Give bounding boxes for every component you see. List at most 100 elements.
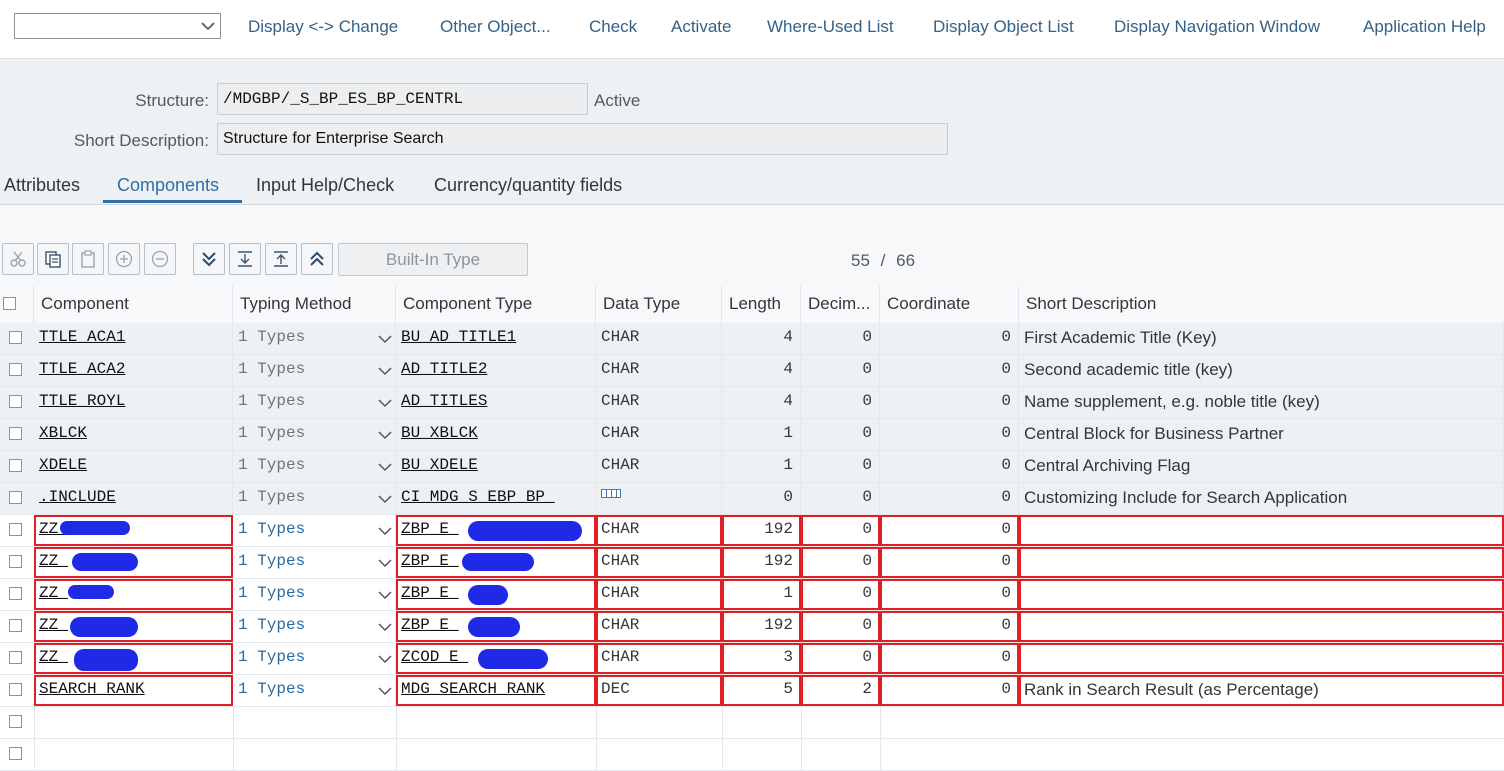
delete-row-button[interactable] — [144, 243, 176, 275]
chevron-down-icon[interactable] — [378, 463, 392, 472]
column-header-component[interactable]: Component — [34, 286, 233, 323]
activate-button[interactable]: Activate — [671, 17, 731, 37]
column-header-short-description[interactable]: Short Description — [1019, 286, 1504, 323]
cell-comp-type[interactable]: MDG_SEARCH_RANK — [396, 675, 596, 706]
table-row[interactable]: XDELE 1 Types BU_XDELE CHAR 1 0 0 Central Archi… — [0, 451, 1504, 483]
table-row[interactable]: TTLE_ACA1 1 Types BU_AD_TITLE1 CHAR 4 0 0 First… — [0, 323, 1504, 355]
table-row[interactable]: .INCLUDE 1 Types CI_MDG_S_EBP_BP_ 0 0 0 Custom… — [0, 483, 1504, 515]
application-help-button[interactable]: Application Help — [1363, 17, 1486, 37]
cell-typing[interactable]: 1 Types — [233, 387, 396, 418]
cut-button[interactable] — [2, 243, 34, 275]
cell-typing[interactable]: 1 Types — [233, 547, 396, 578]
cell-typing[interactable]: 1 Types — [233, 419, 396, 450]
chevron-down-icon[interactable] — [378, 655, 392, 664]
table-row[interactable]: ZZ_ 1 Types ZCOD_E_ CHAR 3 0 0 — [0, 643, 1504, 675]
display-change-button[interactable]: Display <-> Change — [248, 17, 398, 37]
cell-typing[interactable]: 1 Types — [233, 323, 396, 354]
scroll-to-bottom-button[interactable] — [193, 243, 225, 275]
row-select-checkbox[interactable] — [9, 587, 22, 600]
table-row[interactable]: ZZ_ 1 Types ZBP_E_ CHAR 1 0 0 — [0, 579, 1504, 611]
cell-component[interactable]: SEARCH_RANK — [34, 675, 233, 706]
cell-component[interactable]: TTLE_ROYL — [34, 387, 233, 418]
cell-typing[interactable]: 1 Types — [233, 515, 396, 546]
table-row[interactable]: ZZ_ 1 Types ZBP_E_ CHAR 192 0 0 — [0, 515, 1504, 547]
built-in-type-button[interactable]: Built-In Type — [338, 243, 528, 276]
cell-comp-type[interactable]: CI_MDG_S_EBP_BP_ — [396, 483, 596, 514]
row-select-checkbox[interactable] — [9, 491, 22, 504]
column-header-coordinate[interactable]: Coordinate — [880, 286, 1019, 323]
table-row[interactable]: ZZ_ 1 Types ZBP_E_ CHAR 192 0 0 — [0, 611, 1504, 643]
column-header-data-type[interactable]: Data Type — [596, 286, 722, 323]
structure-field[interactable]: /MDGBP/_S_BP_ES_BP_CENTRL — [217, 83, 588, 115]
table-row[interactable]: TTLE_ACA2 1 Types AD_TITLE2 CHAR 4 0 0 Second a… — [0, 355, 1504, 387]
row-select-checkbox[interactable] — [9, 459, 22, 472]
tab-input-help-check[interactable]: Input Help/Check — [256, 175, 394, 196]
cell-typing[interactable]: 1 Types — [233, 675, 396, 706]
cell-comp-type[interactable]: BU_AD_TITLE1 — [396, 323, 596, 354]
row-select-checkbox[interactable] — [9, 331, 22, 344]
chevron-down-icon[interactable] — [378, 591, 392, 600]
row-select-checkbox[interactable] — [9, 363, 22, 376]
short-description-field[interactable]: Structure for Enterprise Search — [217, 123, 948, 155]
cell-comp-type[interactable]: AD_TITLES — [396, 387, 596, 418]
column-header-typing-method[interactable]: Typing Method — [233, 286, 396, 323]
tab-currency-quantity-fields[interactable]: Currency/quantity fields — [434, 175, 622, 196]
table-row[interactable]: ZZ_ 1 Types ZBP_E_ CHAR 192 0 0 — [0, 547, 1504, 579]
cell-component[interactable]: XDELE — [34, 451, 233, 482]
where-used-list-button[interactable]: Where-Used List — [767, 17, 894, 37]
row-select-checkbox[interactable] — [9, 651, 22, 664]
column-header-component-type[interactable]: Component Type — [396, 286, 596, 323]
column-header-decimals[interactable]: Decim... — [801, 286, 880, 323]
chevron-down-icon[interactable] — [378, 431, 392, 440]
select-all-header[interactable] — [0, 286, 34, 323]
display-object-list-button[interactable]: Display Object List — [933, 17, 1074, 37]
row-select-checkbox[interactable] — [9, 395, 22, 408]
column-header-length[interactable]: Length — [722, 286, 801, 323]
tab-attributes[interactable]: Attributes — [4, 175, 80, 196]
chevron-down-icon[interactable] — [378, 335, 392, 344]
page-down-button[interactable] — [229, 243, 261, 275]
cell-typing[interactable]: 1 Types — [233, 451, 396, 482]
check-button[interactable]: Check — [589, 17, 637, 37]
cell-component[interactable]: ZZ_ — [34, 579, 233, 610]
row-select-checkbox[interactable] — [9, 555, 22, 568]
tab-components[interactable]: Components — [117, 175, 219, 196]
cell-comp-type[interactable]: AD_TITLE2 — [396, 355, 596, 386]
cell-typing[interactable]: 1 Types — [233, 611, 396, 642]
chevron-down-icon[interactable] — [378, 399, 392, 408]
cell-typing[interactable]: 1 Types — [233, 643, 396, 674]
other-object-button[interactable]: Other Object... — [440, 17, 551, 37]
row-select-checkbox[interactable] — [9, 715, 22, 728]
paste-button[interactable] — [72, 243, 104, 275]
empty-table-row[interactable] — [0, 707, 1504, 739]
row-select-checkbox[interactable] — [9, 747, 22, 760]
cell-component[interactable]: .INCLUDE — [34, 483, 233, 514]
chevron-down-icon[interactable] — [378, 559, 392, 568]
scroll-to-top-button[interactable] — [301, 243, 333, 275]
cell-component[interactable]: XBLCK — [34, 419, 233, 450]
chevron-down-icon[interactable] — [378, 527, 392, 536]
row-select-checkbox[interactable] — [9, 427, 22, 440]
command-dropdown[interactable] — [14, 13, 221, 39]
chevron-down-icon[interactable] — [378, 367, 392, 376]
copy-button[interactable] — [37, 243, 69, 275]
cell-typing[interactable]: 1 Types — [233, 483, 396, 514]
empty-table-row[interactable] — [0, 739, 1504, 771]
row-select-checkbox[interactable] — [9, 619, 22, 632]
row-select-checkbox[interactable] — [9, 523, 22, 536]
chevron-down-icon[interactable] — [378, 623, 392, 632]
cell-typing[interactable]: 1 Types — [233, 355, 396, 386]
insert-row-button[interactable] — [108, 243, 140, 275]
table-row[interactable]: XBLCK 1 Types BU_XBLCK CHAR 1 0 0 Central Block… — [0, 419, 1504, 451]
cell-component[interactable]: TTLE_ACA1 — [34, 323, 233, 354]
cell-component[interactable]: TTLE_ACA2 — [34, 355, 233, 386]
row-select-checkbox[interactable] — [9, 683, 22, 696]
table-row[interactable]: SEARCH_RANK 1 Types MDG_SEARCH_RANK DEC 5 2 0 R… — [0, 675, 1504, 707]
table-row[interactable]: TTLE_ROYL 1 Types AD_TITLES CHAR 4 0 0 Name sup… — [0, 387, 1504, 419]
page-up-button[interactable] — [265, 243, 297, 275]
chevron-down-icon[interactable] — [378, 687, 392, 696]
select-all-checkbox[interactable] — [3, 297, 16, 310]
cell-comp-type[interactable]: BU_XBLCK — [396, 419, 596, 450]
chevron-down-icon[interactable] — [378, 495, 392, 504]
display-navigation-window-button[interactable]: Display Navigation Window — [1114, 17, 1320, 37]
